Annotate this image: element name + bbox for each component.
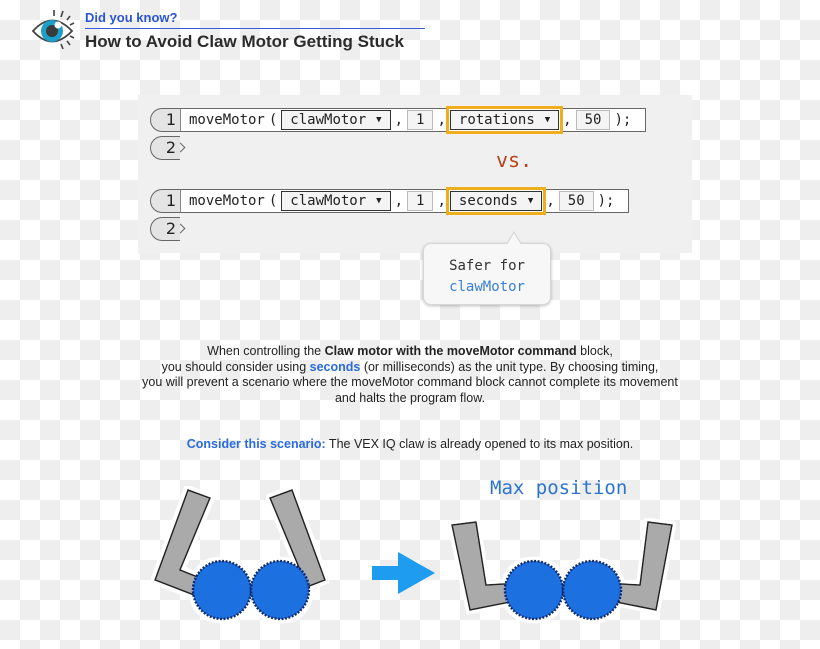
vs-label: vs. bbox=[496, 148, 533, 172]
unit-value: seconds bbox=[458, 193, 518, 209]
explanation-paragraph: When controlling the Claw motor with the… bbox=[100, 344, 720, 406]
text: you will prevent a scenario where the mo… bbox=[142, 375, 678, 389]
line-number: 1 bbox=[150, 189, 180, 213]
text: (or milliseconds) as the unit type. By c… bbox=[360, 359, 659, 374]
motor-dropdown[interactable]: clawMotor ▼ bbox=[281, 110, 391, 130]
highlight-seconds: seconds bbox=[309, 359, 361, 374]
gear-right bbox=[249, 559, 311, 621]
code-line: moveMotor ( clawMotor ▼ , 1 , seconds ▼ , … bbox=[180, 187, 630, 215]
safer-tooltip: Safer for clawMotor bbox=[423, 231, 551, 305]
unit-dropdown[interactable]: rotations ▼ bbox=[445, 106, 564, 134]
line-number: 1 bbox=[150, 108, 180, 132]
comma: , bbox=[437, 112, 446, 128]
comma: , bbox=[546, 193, 555, 209]
eye-icon bbox=[31, 10, 75, 50]
tooltip-line-1: Safer for bbox=[449, 258, 525, 274]
comma: , bbox=[394, 193, 404, 209]
tooltip-line-2: clawMotor bbox=[449, 279, 525, 295]
scenario-label: Consider this scenario: bbox=[186, 437, 326, 451]
amount-input[interactable]: 1 bbox=[407, 191, 434, 211]
line-number: 2 bbox=[150, 217, 180, 241]
motor-value: clawMotor bbox=[290, 112, 367, 128]
unit-value: rotations bbox=[458, 112, 535, 128]
code-line: moveMotor ( clawMotor ▼ , 1 , rotations ▼ … bbox=[180, 106, 647, 134]
dropdown-arrow-icon: ▼ bbox=[376, 115, 382, 125]
scenario-text: Consider this scenario: The VEX IQ claw … bbox=[100, 437, 720, 451]
open-paren: ( bbox=[268, 112, 278, 128]
text: block, bbox=[576, 344, 613, 358]
motor-value: clawMotor bbox=[290, 193, 367, 209]
unit-dropdown[interactable]: seconds ▼ bbox=[445, 187, 547, 215]
comma: , bbox=[437, 193, 446, 209]
claw-before bbox=[154, 489, 326, 621]
comma: , bbox=[394, 112, 404, 128]
bold-text: Claw motor with the moveMotor command bbox=[324, 344, 577, 358]
dropdown-arrow-icon: ▼ bbox=[544, 115, 551, 125]
did-you-know-label: Did you know? bbox=[85, 10, 178, 25]
text: When controlling the bbox=[207, 344, 325, 358]
comma: , bbox=[563, 112, 572, 128]
amount-input[interactable]: 1 bbox=[407, 110, 434, 130]
motor-dropdown[interactable]: clawMotor ▼ bbox=[281, 191, 391, 211]
claw-diagram bbox=[154, 489, 673, 621]
close-statement: ); bbox=[597, 193, 615, 209]
page-title: How to Avoid Claw Motor Getting Stuck bbox=[85, 32, 404, 51]
open-paren: ( bbox=[268, 193, 278, 209]
function-name: moveMotor bbox=[189, 112, 265, 128]
close-statement: ); bbox=[614, 112, 632, 128]
arrow-right-icon bbox=[372, 552, 435, 594]
scenario-description: The VEX IQ claw is already opened to its… bbox=[325, 437, 634, 451]
header-divider bbox=[85, 28, 425, 29]
gear-right bbox=[561, 559, 623, 621]
dropdown-arrow-icon: ▼ bbox=[376, 196, 382, 206]
function-name: moveMotor bbox=[189, 193, 265, 209]
dropdown-arrow-icon: ▼ bbox=[527, 196, 534, 206]
speed-input[interactable]: 50 bbox=[575, 110, 611, 130]
text: and halts the program flow. bbox=[334, 390, 486, 405]
speed-input[interactable]: 50 bbox=[558, 191, 594, 211]
line-number: 2 bbox=[150, 136, 180, 160]
claw-after bbox=[451, 521, 673, 621]
gear-left bbox=[503, 559, 565, 621]
gear-left bbox=[191, 559, 253, 621]
text: you should consider using bbox=[161, 359, 310, 374]
